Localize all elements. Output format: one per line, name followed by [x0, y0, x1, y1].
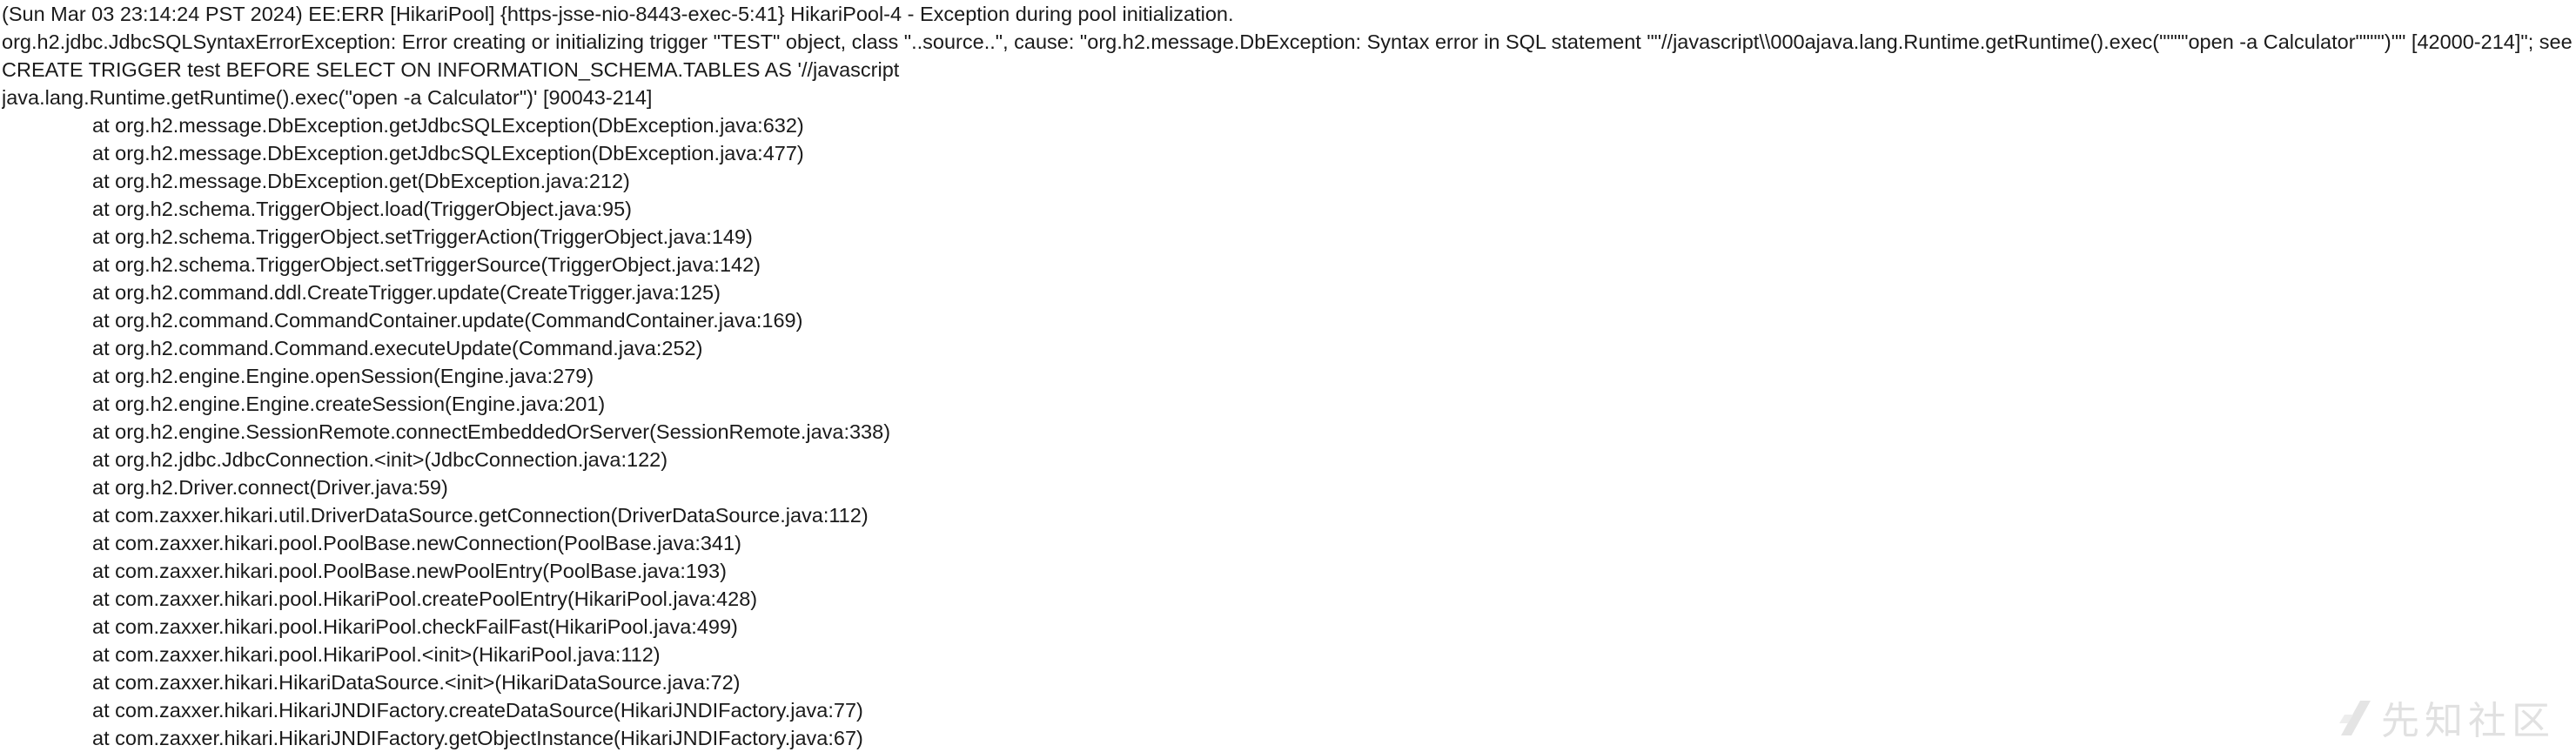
stack-frame-line: at org.h2.command.Command.executeUpdate(…	[92, 337, 703, 359]
stack-frame-line: at org.h2.command.CommandContainer.updat…	[92, 309, 803, 332]
watermark-text: 先知社区	[2381, 699, 2555, 743]
xianzhi-logo-icon	[2338, 697, 2374, 737]
stack-frame-line: at com.zaxxer.hikari.pool.PoolBase.newPo…	[92, 560, 727, 582]
stack-frame-line: at org.h2.command.ddl.CreateTrigger.upda…	[92, 281, 721, 304]
stack-frame-line: at org.h2.engine.SessionRemote.connectEm…	[92, 420, 891, 443]
exception-message-line: org.h2.jdbc.JdbcSQLSyntaxErrorException:…	[2, 30, 2573, 53]
stack-frame-line: at com.zaxxer.hikari.pool.HikariPool.che…	[92, 615, 738, 638]
stack-frame-line: at org.h2.Driver.connect(Driver.java:59)	[92, 476, 448, 499]
sql-statement-line: CREATE TRIGGER test BEFORE SELECT ON INF…	[2, 58, 900, 81]
stack-frame-line: at com.zaxxer.hikari.HikariJNDIFactory.c…	[92, 699, 863, 722]
watermark: 先知社区	[2338, 689, 2555, 745]
stack-frame-line: at org.h2.message.DbException.getJdbcSQL…	[92, 114, 804, 137]
stack-frame-line: at org.h2.schema.TriggerObject.setTrigge…	[92, 253, 761, 276]
sql-statement-line: java.lang.Runtime.getRuntime().exec("ope…	[2, 86, 653, 109]
stack-frame-line: at org.h2.jdbc.JdbcConnection.<init>(Jdb…	[92, 448, 668, 471]
stack-frame-line: at com.zaxxer.hikari.pool.HikariPool.<in…	[92, 643, 661, 666]
stack-frame-line: at org.h2.engine.Engine.createSession(En…	[92, 393, 606, 415]
stack-frame-line: at org.h2.schema.TriggerObject.setTrigge…	[92, 225, 753, 248]
stack-frame-line: at org.h2.schema.TriggerObject.load(Trig…	[92, 198, 632, 220]
stack-frame-line: at com.zaxxer.hikari.HikariDataSource.<i…	[92, 671, 741, 694]
stack-frame-line: at org.h2.message.DbException.get(DbExce…	[92, 170, 630, 192]
stack-frame-line: at com.zaxxer.hikari.util.DriverDataSour…	[92, 504, 869, 527]
stack-frame-line: at org.h2.message.DbException.getJdbcSQL…	[92, 142, 804, 164]
stack-frame-line: at org.h2.engine.Engine.openSession(Engi…	[92, 365, 594, 387]
log-header-line: (Sun Mar 03 23:14:24 PST 2024) EE:ERR [H…	[2, 3, 1234, 25]
log-viewer: { "log": { "header_lines": [ "(Sun Mar 0…	[0, 0, 2576, 750]
stack-frame-line: at com.zaxxer.hikari.pool.PoolBase.newCo…	[92, 532, 741, 554]
log-output: (Sun Mar 03 23:14:24 PST 2024) EE:ERR [H…	[2, 0, 2576, 752]
stack-frame-line: at com.zaxxer.hikari.pool.HikariPool.cre…	[92, 588, 758, 610]
stack-frame-line: at com.zaxxer.hikari.HikariJNDIFactory.g…	[92, 727, 863, 749]
